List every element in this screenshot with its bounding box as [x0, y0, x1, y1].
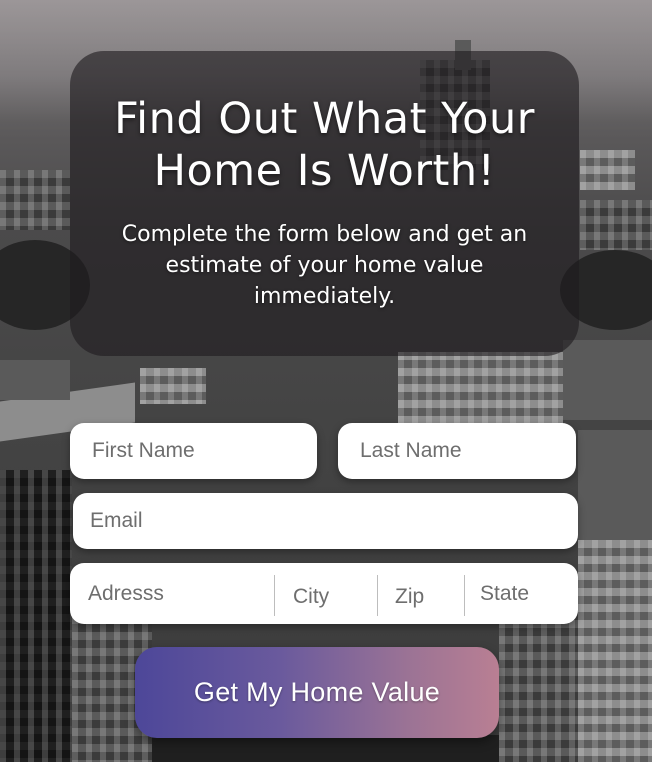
hero-title: Find Out What Your Home Is Worth! [114, 94, 535, 196]
building [580, 200, 652, 250]
building [398, 352, 563, 424]
hero-card: Find Out What Your Home Is Worth! Comple… [70, 51, 579, 356]
foreground-building [578, 540, 652, 762]
get-home-value-button[interactable]: Get My Home Value [135, 647, 499, 738]
zip-segment [377, 563, 464, 624]
building [140, 368, 206, 404]
building [563, 340, 652, 420]
hero-subtitle: Complete the form below and get an estim… [121, 222, 528, 309]
address-row [70, 563, 578, 624]
building [578, 430, 652, 550]
building [580, 150, 635, 190]
first-name-field [70, 423, 317, 479]
city-segment [274, 563, 377, 624]
state-segment [464, 563, 578, 624]
zip-input[interactable] [377, 563, 464, 624]
address-input[interactable] [70, 563, 274, 624]
foreground-building [0, 470, 72, 762]
foreground-building [152, 735, 499, 762]
email-field [73, 493, 578, 549]
foreground-building [499, 620, 578, 762]
email-input[interactable] [73, 493, 578, 549]
last-name-field [338, 423, 576, 479]
address-segment [70, 563, 274, 624]
building [0, 360, 70, 400]
city-input[interactable] [274, 563, 377, 624]
state-input[interactable] [464, 563, 578, 624]
first-name-input[interactable] [70, 423, 317, 479]
last-name-input[interactable] [338, 423, 576, 479]
building [0, 170, 70, 230]
